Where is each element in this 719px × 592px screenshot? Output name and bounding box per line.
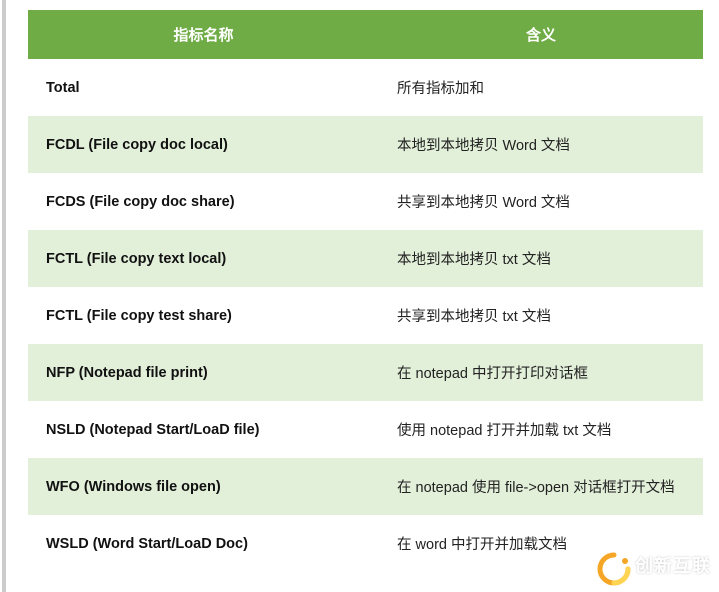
cell-meaning: 使用 notepad 打开并加载 txt 文档	[379, 401, 703, 458]
cell-meaning: 本地到本地拷贝 txt 文档	[379, 230, 703, 287]
cell-name: FCTL (File copy text local)	[28, 230, 379, 287]
cell-meaning: 在 word 中打开并加载文档	[379, 515, 703, 572]
cell-name: NFP (Notepad file print)	[28, 344, 379, 401]
table-row: FCDL (File copy doc local) 本地到本地拷贝 Word …	[28, 116, 703, 173]
table-row: FCDS (File copy doc share) 共享到本地拷贝 Word …	[28, 173, 703, 230]
header-meaning: 含义	[379, 10, 703, 59]
table-container: 指标名称 含义 Total 所有指标加和 FCDL (File copy doc…	[0, 0, 719, 582]
header-name: 指标名称	[28, 10, 379, 59]
cell-name: WFO (Windows file open)	[28, 458, 379, 515]
left-border	[2, 0, 6, 592]
table-row: NFP (Notepad file print) 在 notepad 中打开打印…	[28, 344, 703, 401]
table-row: FCTL (File copy test share) 共享到本地拷贝 txt …	[28, 287, 703, 344]
table-row: WSLD (Word Start/LoaD Doc) 在 word 中打开并加载…	[28, 515, 703, 572]
cell-meaning: 本地到本地拷贝 Word 文档	[379, 116, 703, 173]
cell-name: WSLD (Word Start/LoaD Doc)	[28, 515, 379, 572]
cell-name: FCTL (File copy test share)	[28, 287, 379, 344]
cell-meaning: 共享到本地拷贝 Word 文档	[379, 173, 703, 230]
table-row: Total 所有指标加和	[28, 59, 703, 116]
cell-name: Total	[28, 59, 379, 116]
cell-name: FCDS (File copy doc share)	[28, 173, 379, 230]
table-row: FCTL (File copy text local) 本地到本地拷贝 txt …	[28, 230, 703, 287]
cell-meaning: 在 notepad 使用 file->open 对话框打开文档	[379, 458, 703, 515]
cell-meaning: 所有指标加和	[379, 59, 703, 116]
metrics-table: 指标名称 含义 Total 所有指标加和 FCDL (File copy doc…	[28, 10, 703, 572]
table-row: WFO (Windows file open) 在 notepad 使用 fil…	[28, 458, 703, 515]
table-row: NSLD (Notepad Start/LoaD file) 使用 notepa…	[28, 401, 703, 458]
cell-name: NSLD (Notepad Start/LoaD file)	[28, 401, 379, 458]
cell-name: FCDL (File copy doc local)	[28, 116, 379, 173]
cell-meaning: 共享到本地拷贝 txt 文档	[379, 287, 703, 344]
cell-meaning: 在 notepad 中打开打印对话框	[379, 344, 703, 401]
